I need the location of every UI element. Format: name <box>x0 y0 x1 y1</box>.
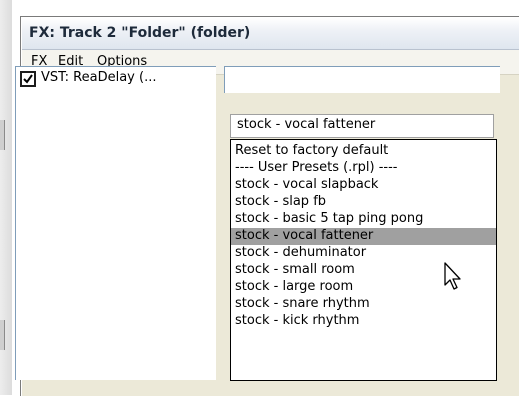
preset-combobox[interactable]: stock - vocal fattener <box>230 114 494 138</box>
preset-option[interactable]: stock - small room <box>231 262 496 279</box>
window-titlebar[interactable]: FX: Track 2 "Folder" (folder) <box>22 18 519 50</box>
checkbox-checked-icon[interactable] <box>20 71 36 87</box>
preset-option-label: stock - small room <box>235 262 355 277</box>
fx-parameter-area <box>224 66 500 93</box>
preset-option[interactable]: Reset to factory default <box>231 143 496 160</box>
preset-option-highlighted[interactable]: stock - vocal fattener <box>231 228 496 245</box>
preset-option[interactable]: stock - dehuminator <box>231 245 496 262</box>
window-title: FX: Track 2 "Folder" (folder) <box>29 25 251 41</box>
preset-option: ---- User Presets (.rpl) ---- <box>231 160 496 177</box>
preset-option-label: stock - vocal slapback <box>235 177 379 192</box>
preset-option[interactable]: stock - slap fb <box>231 194 496 211</box>
preset-option-label: stock - basic 5 tap ping pong <box>235 211 424 226</box>
preset-option-label: stock - kick rhythm <box>235 313 360 328</box>
preset-option-label: stock - large room <box>235 279 354 294</box>
background-tick <box>0 120 5 150</box>
background-window-edge <box>0 0 12 395</box>
background-tick <box>0 320 5 350</box>
preset-selected-value: stock - vocal fattener <box>237 117 376 132</box>
screen: FX: Track 2 "Folder" (folder) FX Edit Op… <box>0 0 519 396</box>
preset-option[interactable]: stock - basic 5 tap ping pong <box>231 211 496 228</box>
preset-option-label: stock - dehuminator <box>235 245 367 260</box>
preset-option-label: Reset to factory default <box>235 143 389 158</box>
fx-list[interactable]: VST: ReaDelay (... <box>15 66 216 380</box>
preset-option[interactable]: stock - kick rhythm <box>231 313 496 330</box>
preset-option[interactable]: stock - vocal slapback <box>231 177 496 194</box>
preset-option-label: stock - snare rhythm <box>235 296 370 311</box>
preset-option[interactable]: stock - large room <box>231 279 496 296</box>
preset-dropdown-list[interactable]: Reset to factory default ---- User Prese… <box>230 139 497 381</box>
fx-item-label: VST: ReaDelay (... <box>41 70 157 85</box>
preset-option-label: ---- User Presets (.rpl) ---- <box>235 160 398 175</box>
preset-option[interactable]: stock - snare rhythm <box>231 296 496 313</box>
fx-list-item[interactable]: VST: ReaDelay (... <box>16 69 216 89</box>
preset-option-label: stock - slap fb <box>235 194 327 209</box>
preset-option-label: stock - vocal fattener <box>235 228 374 243</box>
